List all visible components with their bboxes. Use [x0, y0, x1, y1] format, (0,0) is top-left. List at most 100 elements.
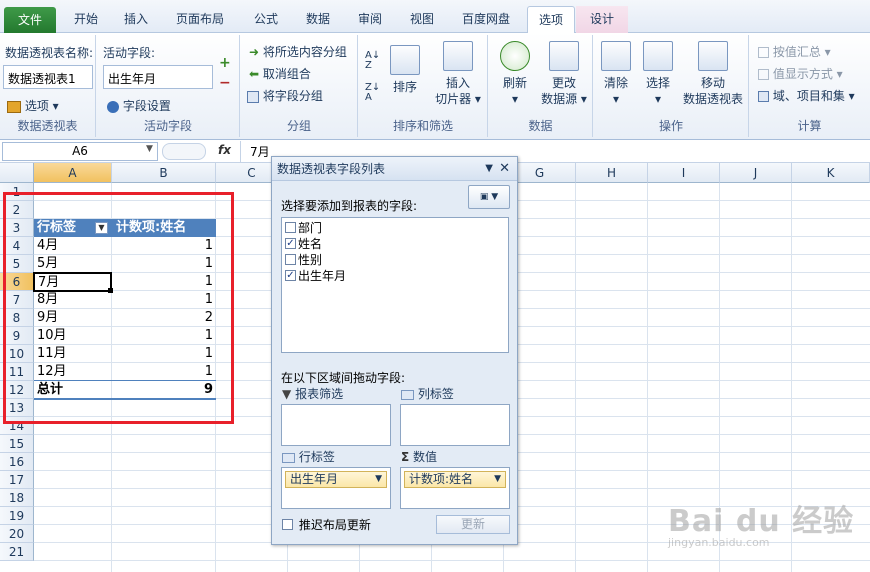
tab-view[interactable]: 视图: [400, 6, 444, 33]
tab-design[interactable]: 设计: [576, 6, 628, 33]
pivot-name-label: 数据透视表名称:: [5, 46, 94, 60]
column-header-j[interactable]: J: [720, 163, 792, 183]
sort-az-icon[interactable]: A↓ Z: [365, 51, 380, 71]
insert-function-icon[interactable]: fx: [218, 143, 231, 157]
defer-update-option[interactable]: 推迟布局更新: [282, 516, 371, 533]
active-field-input[interactable]: 出生年月: [103, 65, 213, 89]
tab-home[interactable]: 开始: [64, 6, 108, 33]
pivot-name-input[interactable]: 数据透视表1: [3, 65, 93, 89]
row-header[interactable]: 18: [0, 489, 34, 507]
change-source-button[interactable]: 更改 数据源 ▾: [537, 41, 591, 107]
tab-review[interactable]: 审阅: [348, 6, 392, 33]
ribbon: 数据透视表名称: 数据透视表1 选项 ▾ 数据透视表 活动字段: 出生年月 + …: [0, 33, 870, 140]
group-selection-button[interactable]: ➜ 将所选内容分组: [249, 43, 347, 60]
name-box-dropdown-icon[interactable]: ▼: [146, 144, 153, 154]
insert-slicer-button[interactable]: 插入 切片器 ▾: [433, 41, 483, 107]
filter-icon: ▼: [282, 387, 292, 401]
row-header[interactable]: 16: [0, 453, 34, 471]
red-highlight-box: [3, 192, 234, 424]
column-header-i[interactable]: I: [648, 163, 720, 183]
checkbox-unchecked[interactable]: [285, 222, 296, 233]
insert-slicer-label-2: 切片器: [435, 92, 472, 106]
fields-items-sets-label: 域、项目和集: [772, 89, 845, 103]
field-item-gender[interactable]: 性别: [285, 252, 322, 268]
field-item-dept[interactable]: 部门: [285, 220, 322, 236]
column-header-h[interactable]: H: [576, 163, 648, 183]
pill-dropdown-icon[interactable]: ▼: [494, 472, 501, 487]
field-item-name[interactable]: ✓ 姓名: [285, 236, 322, 252]
arrow-right-icon: ➜: [249, 45, 260, 59]
options-button[interactable]: 选项 ▾: [7, 97, 59, 114]
select-button[interactable]: 选择 ▾: [640, 41, 676, 107]
column-header-b[interactable]: B: [112, 163, 216, 183]
column-header-a[interactable]: A: [34, 163, 112, 183]
pane-title[interactable]: 数据透视表字段列表 ▼ ✕: [272, 157, 517, 181]
refresh-icon: [500, 41, 530, 71]
update-button[interactable]: 更新: [436, 515, 510, 534]
group-label-calculations: 计算: [797, 119, 822, 133]
tab-file[interactable]: 文件: [4, 7, 56, 33]
clear-icon: [601, 41, 631, 71]
tab-data[interactable]: 数据: [296, 6, 340, 33]
sort-za-icon[interactable]: Z↓ A: [365, 83, 380, 103]
checkbox-checked[interactable]: ✓: [285, 238, 296, 249]
row-header[interactable]: 21: [0, 543, 34, 561]
row-field-text: 出生年月: [290, 472, 339, 486]
tab-options[interactable]: 选项: [527, 6, 575, 34]
select-all-corner[interactable]: [0, 163, 34, 183]
show-values-as-button[interactable]: 值显示方式 ▾: [758, 65, 843, 82]
tab-baidu-disk[interactable]: 百度网盘: [452, 6, 520, 33]
options-label: 选项: [24, 99, 49, 113]
layout-options-button[interactable]: ▣ ▼: [468, 185, 510, 209]
ungroup-button[interactable]: ⬅ 取消组合: [249, 65, 311, 82]
values-label: Σ 数值: [401, 448, 437, 465]
group-pivottable: 数据透视表名称: 数据透视表1 选项 ▾ 数据透视表: [0, 35, 96, 137]
move-pivot-label-1: 移动: [700, 76, 725, 90]
pane-menu-dropdown-icon[interactable]: ▼: [485, 157, 493, 181]
row-labels-zone[interactable]: 出生年月 ▼: [281, 467, 391, 509]
summarize-by-button[interactable]: 按值汇总 ▾: [758, 43, 831, 60]
row-header[interactable]: 20: [0, 525, 34, 543]
column-labels-zone[interactable]: [400, 404, 510, 446]
tab-page-layout[interactable]: 页面布局: [166, 6, 234, 33]
choose-fields-label: 选择要添加到报表的字段:: [281, 199, 418, 213]
report-filter-zone[interactable]: [281, 404, 391, 446]
formula-input[interactable]: 7月: [250, 143, 270, 160]
expand-field-icon[interactable]: +: [219, 55, 231, 71]
value-field-pill[interactable]: 计数项:姓名 ▼: [404, 471, 506, 488]
summarize-by-label: 按值汇总: [772, 45, 821, 59]
checkbox-checked[interactable]: ✓: [285, 270, 296, 281]
row-field-pill[interactable]: 出生年月 ▼: [285, 471, 387, 488]
group-field-button[interactable]: 将字段分组: [247, 87, 323, 104]
column-header-k[interactable]: K: [792, 163, 870, 183]
checkbox-unchecked[interactable]: [282, 519, 293, 530]
checkbox-unchecked[interactable]: [285, 254, 296, 265]
tab-formulas[interactable]: 公式: [244, 6, 288, 33]
tab-insert[interactable]: 插入: [114, 6, 158, 33]
values-zone[interactable]: 计数项:姓名 ▼: [400, 467, 510, 509]
change-source-label-1: 更改: [551, 76, 576, 90]
close-icon[interactable]: ✕: [499, 157, 510, 181]
row-header[interactable]: 19: [0, 507, 34, 525]
select-icon: [643, 41, 673, 71]
field-settings-button[interactable]: 字段设置: [107, 97, 171, 114]
group-active-field: 活动字段: 出生年月 + − 字段设置 活动字段: [97, 35, 240, 137]
row-header[interactable]: 17: [0, 471, 34, 489]
arrow-left-icon: ⬅: [249, 67, 260, 81]
refresh-button[interactable]: 刷新 ▾: [497, 41, 533, 107]
sort-button[interactable]: 排序: [389, 45, 421, 95]
watermark-url: jingyan.baidu.com: [668, 536, 770, 549]
refresh-label: 刷新: [502, 76, 527, 90]
fields-items-sets-button[interactable]: 域、项目和集 ▾: [758, 87, 855, 104]
group-label-pivottable: 数据透视表: [17, 119, 78, 133]
name-box[interactable]: A6: [2, 142, 158, 161]
collapse-field-icon[interactable]: −: [219, 75, 231, 91]
move-pivot-button[interactable]: 移动 数据透视表: [680, 41, 746, 107]
group-field-icon: [247, 90, 259, 103]
field-item-birth-month[interactable]: ✓ 出生年月: [285, 268, 346, 284]
row-labels-label: 行标签: [282, 448, 335, 465]
row-header[interactable]: 15: [0, 435, 34, 453]
field-name: 出生年月: [298, 269, 347, 283]
clear-button[interactable]: 清除 ▾: [598, 41, 634, 107]
pill-dropdown-icon[interactable]: ▼: [375, 472, 382, 487]
